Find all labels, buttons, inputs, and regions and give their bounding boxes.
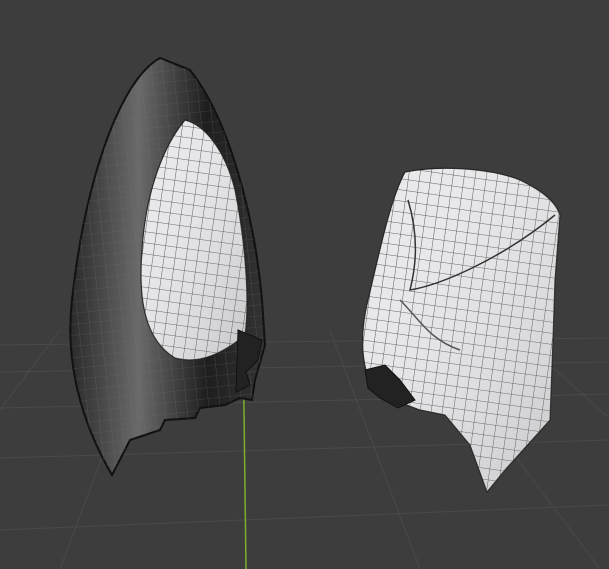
right-ear-mesh[interactable] (362, 167, 561, 494)
left-ear-mesh[interactable] (69, 56, 267, 478)
3d-viewport[interactable] (0, 0, 609, 569)
viewport-canvas[interactable] (0, 0, 609, 569)
